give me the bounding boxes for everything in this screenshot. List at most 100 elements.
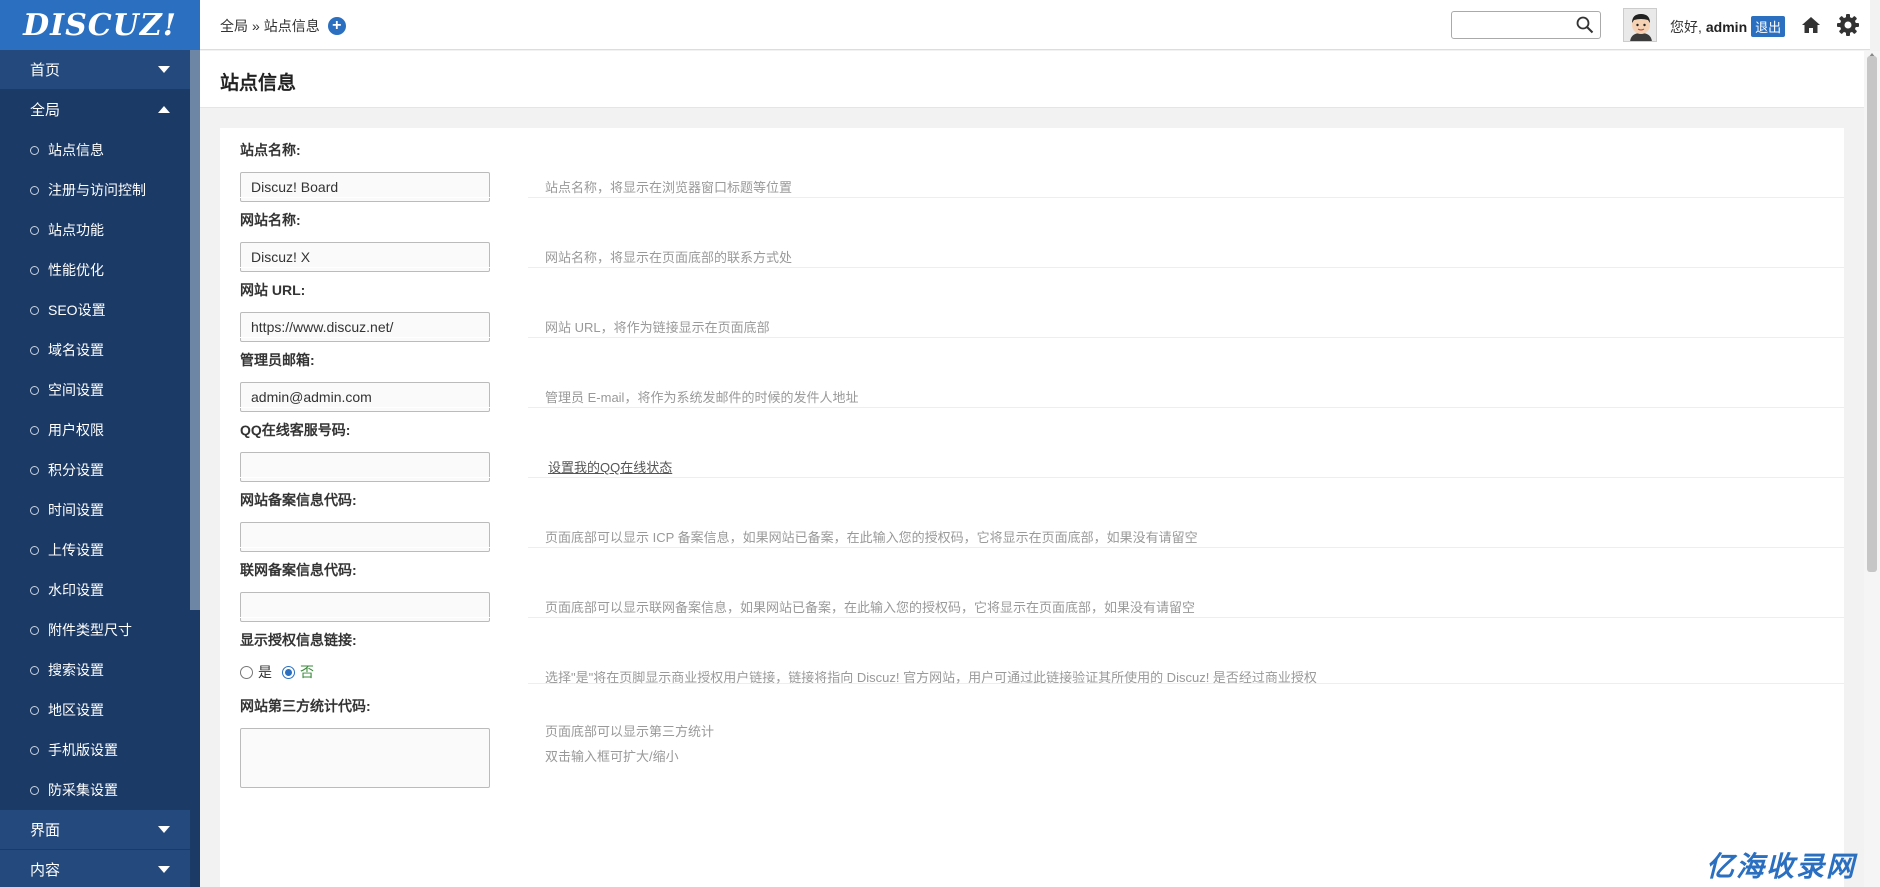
add-shortcut-icon[interactable]: + [327,17,346,35]
site-name-label: 站点名称: [240,142,301,158]
sidebar-item-label: 地区设置 [48,702,104,718]
search-input[interactable] [1451,11,1601,39]
page-header: 站点信息 [200,51,1864,108]
sidebar-item-site-info[interactable]: 站点信息 [0,130,200,170]
chevron-down-icon [158,66,170,73]
license-yes-radio[interactable] [240,665,253,679]
search-icon[interactable] [1576,16,1594,34]
sidebar-item-label: 注册与访问控制 [48,182,146,198]
breadcrumb-current: 站点信息 [263,18,320,34]
mps-label: 联网备案信息代码: [240,562,357,578]
page-scrollbar-thumb[interactable] [1867,56,1877,572]
icp-tip: 页面底部可以显示 ICP 备案信息，如果网站已备案，在此输入您的授权码，它将显示… [545,530,1198,545]
avatar[interactable] [1623,8,1657,42]
sidebar-item-label: 性能优化 [48,262,104,278]
sidebar-item-label: SEO设置 [48,302,106,318]
sidebar-section-content[interactable]: 内容 [0,850,200,887]
sidebar-item-watermark[interactable]: 水印设置 [0,570,200,610]
breadcrumb-separator: » [252,18,260,34]
circle-icon [30,185,39,195]
username: admin [1705,18,1748,35]
greeting-text: 您好, [1670,18,1702,35]
sidebar-section-interface[interactable]: 界面 [0,810,200,850]
form-row-icp: 网站备案信息代码: 页面底部可以显示 ICP 备案信息，如果网站已备案，在此输入… [220,478,1844,552]
circle-icon [30,625,39,635]
sidebar-section-label: 界面 [30,822,61,839]
sidebar-item-label: 上传设置 [48,542,104,558]
form-row-admin-email: 管理员邮箱: 管理员 E-mail，将作为系统发邮件的时候的发件人地址 [220,338,1844,412]
sidebar-scrollbar-thumb[interactable] [190,50,200,610]
sidebar-section-label: 内容 [30,862,61,879]
sidebar-item-seo[interactable]: SEO设置 [0,290,200,330]
sidebar-item-anti-scrape[interactable]: 防采集设置 [0,770,200,810]
circle-icon [30,385,39,395]
sidebar-item-label: 附件类型尺寸 [48,622,132,638]
sidebar-item-domain[interactable]: 域名设置 [0,330,200,370]
sidebar-item-upload[interactable]: 上传设置 [0,530,200,570]
license-yes-label[interactable]: 是 [258,662,272,682]
gear-icon[interactable] [1836,13,1860,37]
form-row-site-name: 站点名称: 站点名称，将显示在浏览器窗口标题等位置 [220,128,1844,202]
discuz-logo[interactable]: DISCUZ! [0,0,200,50]
site-url-label: 网站 URL: [240,282,306,298]
sidebar-item-search[interactable]: 搜索设置 [0,650,200,690]
license-no-label[interactable]: 否 [300,662,314,682]
stats-tip-line: 页面底部可以显示第三方统计 [545,724,715,739]
sidebar-item-register-access[interactable]: 注册与访问控制 [0,170,200,210]
license-no-radio[interactable] [282,665,295,679]
license-radio-group: 是 否 [240,662,324,682]
circle-icon [30,305,39,315]
sidebar-item-performance[interactable]: 性能优化 [0,250,200,290]
sidebar-section-global[interactable]: 全局 [0,90,200,130]
circle-icon [30,785,39,795]
sidebar-item-label: 水印设置 [48,582,104,598]
circle-icon [30,745,39,755]
circle-icon [30,225,39,235]
stats-tips: 页面底部可以显示第三方统计 双击输入框可扩大/缩小 [545,719,714,769]
sidebar-item-space[interactable]: 空间设置 [0,370,200,410]
sidebar-item-user-permissions[interactable]: 用户权限 [0,410,200,450]
home-icon[interactable] [1800,14,1822,36]
qq-status-link[interactable]: 设置我的QQ在线状态 [548,457,672,476]
circle-icon [30,585,39,595]
sidebar-item-label: 空间设置 [48,382,104,398]
circle-icon [30,145,39,155]
stats-textarea[interactable] [240,728,490,788]
sidebar-item-label: 积分设置 [48,462,104,478]
circle-icon [30,345,39,355]
chevron-down-icon [158,826,170,833]
sidebar-section-home[interactable]: 首页 [0,50,200,90]
stats-label: 网站第三方统计代码: [240,698,371,714]
qq-label: QQ在线客服号码: [240,422,351,438]
admin-email-label: 管理员邮箱: [240,352,315,368]
breadcrumb-root[interactable]: 全局 [220,16,248,36]
sidebar-item-site-features[interactable]: 站点功能 [0,210,200,250]
circle-icon [30,505,39,515]
sidebar-section-label: 首页 [30,62,61,79]
circle-icon [30,465,39,475]
circle-icon [30,545,39,555]
stats-tip-line: 双击输入框可扩大/缩小 [545,749,679,764]
sidebar-item-attachment-types[interactable]: 附件类型尺寸 [0,610,200,650]
chevron-down-icon [158,866,170,873]
breadcrumb: 全局 » 站点信息 + [220,16,346,36]
sidebar-item-label: 时间设置 [48,502,104,518]
form-row-site-url: 网站 URL: 网站 URL，将作为链接显示在页面底部 [220,268,1844,342]
circle-icon [30,265,39,275]
settings-form: 站点名称: 站点名称，将显示在浏览器窗口标题等位置 网站名称: 网站名称，将显示… [220,128,1844,887]
sidebar-item-label: 域名设置 [48,342,104,358]
sidebar-item-credits[interactable]: 积分设置 [0,450,200,490]
form-row-license: 显示授权信息链接: 是 否 选择"是"将在页脚显示商业授权用户链接，链接将指向 … [220,618,1844,685]
logout-button[interactable]: 退出 [1751,16,1786,37]
sidebar-item-region[interactable]: 地区设置 [0,690,200,730]
sidebar-item-time[interactable]: 时间设置 [0,490,200,530]
sidebar-item-label: 站点信息 [48,142,104,158]
web-name-label: 网站名称: [240,212,301,228]
circle-icon [30,705,39,715]
sidebar-item-mobile[interactable]: 手机版设置 [0,730,200,770]
circle-icon [30,425,39,435]
sidebar-item-label: 用户权限 [48,422,104,438]
sidebar: DISCUZ! 首页 全局 站点信息 注册与访问控制 站点功能 性能优化 SEO… [0,0,200,887]
top-header: 全局 » 站点信息 + 您好, admin 退出 [200,0,1870,50]
site-url-tip: 网站 URL，将作为链接显示在页面底部 [545,320,770,335]
